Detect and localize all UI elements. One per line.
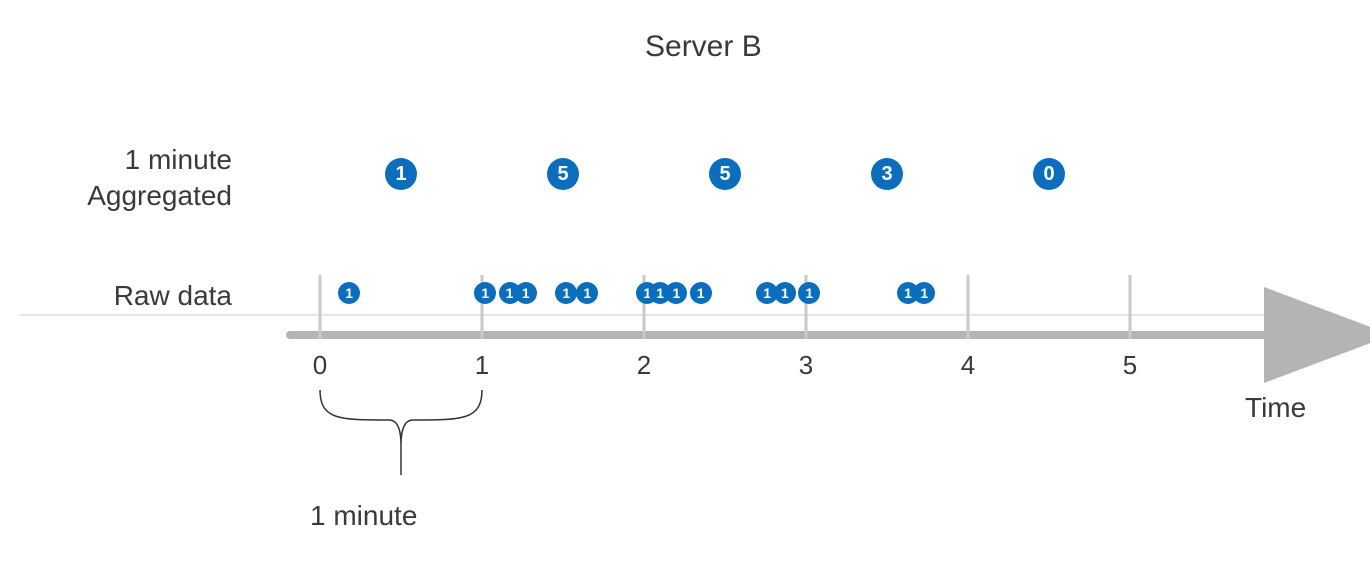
raw-event-9: 1 bbox=[690, 282, 712, 304]
aggregated-bucket-3: 3 bbox=[871, 158, 903, 190]
aggregated-bucket-1: 5 bbox=[547, 158, 579, 190]
raw-event-11: 1 bbox=[774, 282, 796, 304]
interval-label: 1 minute bbox=[310, 498, 417, 533]
aggregated-bucket-4: 0 bbox=[1033, 158, 1065, 190]
raw-event-3: 1 bbox=[515, 282, 537, 304]
tick-label-2: 2 bbox=[637, 350, 651, 381]
aggregated-bucket-2: 5 bbox=[709, 158, 741, 190]
tick-label-0: 0 bbox=[313, 350, 327, 381]
tick-label-5: 5 bbox=[1123, 350, 1137, 381]
axis-label: Time bbox=[1245, 390, 1306, 425]
raw-event-0: 1 bbox=[338, 282, 360, 304]
aggregated-bucket-0: 1 bbox=[385, 158, 417, 190]
tick-label-3: 3 bbox=[799, 350, 813, 381]
tick-label-1: 1 bbox=[475, 350, 489, 381]
tick-label-4: 4 bbox=[961, 350, 975, 381]
